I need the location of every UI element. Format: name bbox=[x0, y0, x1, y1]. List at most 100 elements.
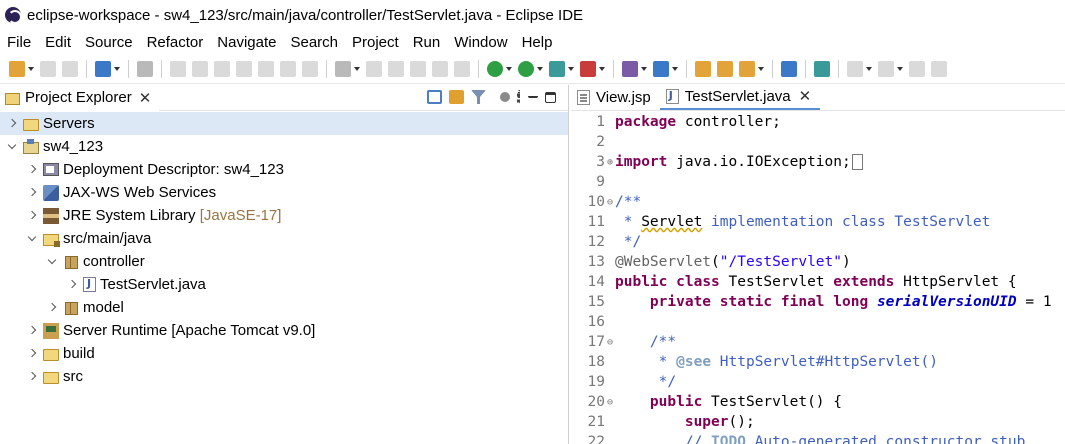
step-into-icon[interactable] bbox=[258, 60, 274, 77]
menu-file[interactable]: File bbox=[0, 34, 38, 51]
new-class-icon[interactable] bbox=[653, 60, 669, 77]
editor-tab[interactable]: TestServlet.java ✕ bbox=[659, 84, 821, 110]
chevron-right-icon[interactable] bbox=[27, 211, 37, 221]
code-editor[interactable]: 1 package controller; 2 3 import java.io.IOE… bbox=[571, 112, 1065, 444]
mark-occurrences-icon[interactable] bbox=[366, 60, 382, 77]
project-explorer-tab[interactable]: Project Explorer ✕ bbox=[0, 84, 160, 111]
terminal-dropdown-icon[interactable] bbox=[114, 61, 121, 77]
collapsed-imports-icon[interactable] bbox=[851, 154, 863, 170]
fold-plus-icon[interactable] bbox=[605, 157, 615, 168]
chevron-right-icon[interactable] bbox=[7, 119, 17, 129]
previous-annotation-dropdown-icon[interactable] bbox=[897, 61, 904, 77]
show-whitespace-icon[interactable] bbox=[432, 60, 448, 77]
editor-tab[interactable]: View.jsp bbox=[571, 84, 660, 110]
terminal-icon[interactable] bbox=[95, 60, 111, 77]
link-with-editor-icon[interactable] bbox=[449, 90, 464, 104]
menu-source[interactable]: Source bbox=[78, 34, 140, 51]
suspend-icon[interactable] bbox=[192, 60, 208, 77]
coverage-dropdown-icon[interactable] bbox=[568, 61, 575, 77]
block-selection-icon[interactable] bbox=[410, 60, 426, 77]
menu-search[interactable]: Search bbox=[283, 34, 345, 51]
chevron-right-icon[interactable] bbox=[47, 303, 57, 313]
back-icon[interactable] bbox=[909, 60, 925, 77]
disconnect-icon[interactable] bbox=[236, 60, 252, 77]
new-java-project-icon[interactable] bbox=[622, 60, 638, 77]
new-class-dropdown-icon[interactable] bbox=[672, 61, 679, 77]
tree-item[interactable]: build bbox=[0, 342, 568, 365]
chevron-right-icon[interactable] bbox=[27, 188, 37, 198]
fold-minus-icon[interactable] bbox=[605, 337, 615, 348]
forward-icon[interactable] bbox=[931, 60, 947, 77]
menu-edit[interactable]: Edit bbox=[38, 34, 78, 51]
filter-icon[interactable] bbox=[471, 90, 486, 104]
step-return-icon[interactable] bbox=[302, 60, 318, 77]
highlight-icon[interactable] bbox=[388, 60, 404, 77]
chevron-down-icon[interactable] bbox=[47, 257, 57, 267]
fold-minus-icon[interactable] bbox=[605, 397, 615, 408]
external-tools-dropdown-icon[interactable] bbox=[599, 61, 606, 77]
view-menu-icon[interactable] bbox=[517, 90, 521, 104]
search-icon[interactable] bbox=[739, 60, 755, 77]
chevron-right-icon[interactable] bbox=[27, 372, 37, 382]
run-dropdown-icon[interactable] bbox=[537, 61, 544, 77]
open-web-browser-icon[interactable] bbox=[781, 60, 797, 77]
skip-breakpoints-icon[interactable] bbox=[137, 60, 153, 77]
external-tools-icon[interactable] bbox=[580, 60, 596, 77]
tree-item-label: JAX-WS Web Services bbox=[63, 184, 216, 201]
menu-navigate[interactable]: Navigate bbox=[210, 34, 283, 51]
menu-project[interactable]: Project bbox=[345, 34, 406, 51]
pilcrow-icon[interactable] bbox=[454, 60, 470, 77]
tree-item[interactable]: TestServlet.java bbox=[0, 273, 568, 296]
collapse-all-icon[interactable] bbox=[427, 90, 442, 104]
debug-dropdown-icon[interactable] bbox=[506, 61, 513, 77]
tree-item[interactable]: Server Runtime [Apache Tomcat v9.0] bbox=[0, 319, 568, 342]
next-annotation-icon[interactable] bbox=[847, 60, 863, 77]
tree-item[interactable]: sw4_123 bbox=[0, 135, 568, 158]
menu-window[interactable]: Window bbox=[447, 34, 514, 51]
tree-item-label: JRE System Library [JavaSE-17] bbox=[63, 207, 281, 224]
new-java-project-dropdown-icon[interactable] bbox=[641, 61, 648, 77]
code-token: TestServlet bbox=[719, 274, 834, 290]
next-annotation-dropdown-icon[interactable] bbox=[866, 61, 873, 77]
chevron-down-icon[interactable] bbox=[27, 234, 37, 244]
new-icon[interactable] bbox=[9, 60, 25, 77]
annotation-nav-icon[interactable] bbox=[814, 60, 830, 77]
save-icon[interactable] bbox=[40, 60, 56, 77]
previous-annotation-icon[interactable] bbox=[878, 60, 894, 77]
tree-item[interactable]: src bbox=[0, 365, 568, 388]
chevron-right-icon[interactable] bbox=[67, 280, 77, 290]
run-icon[interactable] bbox=[518, 60, 534, 77]
tree-item[interactable]: model bbox=[0, 296, 568, 319]
tree-item[interactable]: Deployment Descriptor: sw4_123 bbox=[0, 158, 568, 181]
word-wrap-dropdown-icon[interactable] bbox=[354, 61, 361, 77]
tree-item[interactable]: JRE System Library [JavaSE-17] bbox=[0, 204, 568, 227]
save-all-icon[interactable] bbox=[62, 60, 78, 77]
chevron-right-icon[interactable] bbox=[27, 165, 37, 175]
menu-help[interactable]: Help bbox=[515, 34, 560, 51]
debug-icon[interactable] bbox=[487, 60, 503, 77]
menu-run[interactable]: Run bbox=[406, 34, 448, 51]
terminate-icon[interactable] bbox=[214, 60, 230, 77]
new-dropdown-icon[interactable] bbox=[28, 61, 35, 77]
close-icon[interactable]: ✕ bbox=[799, 87, 812, 105]
open-task-icon[interactable] bbox=[717, 60, 733, 77]
fold-minus-icon[interactable] bbox=[605, 197, 615, 208]
menu-refactor[interactable]: Refactor bbox=[140, 34, 211, 51]
minimize-icon[interactable] bbox=[528, 90, 538, 98]
toggle-word-wrap-icon[interactable] bbox=[335, 60, 351, 77]
chevron-right-icon[interactable] bbox=[27, 326, 37, 336]
open-type-icon[interactable] bbox=[695, 60, 711, 77]
search-dropdown-icon[interactable] bbox=[758, 61, 765, 77]
focus-icon[interactable] bbox=[500, 92, 510, 102]
chevron-right-icon[interactable] bbox=[27, 349, 37, 359]
tree-item[interactable]: src/main/java bbox=[0, 227, 568, 250]
coverage-icon[interactable] bbox=[549, 60, 565, 77]
maximize-icon[interactable] bbox=[545, 91, 556, 103]
tree-item[interactable]: JAX-WS Web Services bbox=[0, 181, 568, 204]
step-over-icon[interactable] bbox=[280, 60, 296, 77]
tree-item[interactable]: controller bbox=[0, 250, 568, 273]
close-icon[interactable]: ✕ bbox=[139, 89, 152, 107]
resume-icon[interactable] bbox=[170, 60, 186, 77]
chevron-down-icon[interactable] bbox=[7, 142, 17, 152]
tree-item[interactable]: Servers bbox=[0, 112, 568, 135]
